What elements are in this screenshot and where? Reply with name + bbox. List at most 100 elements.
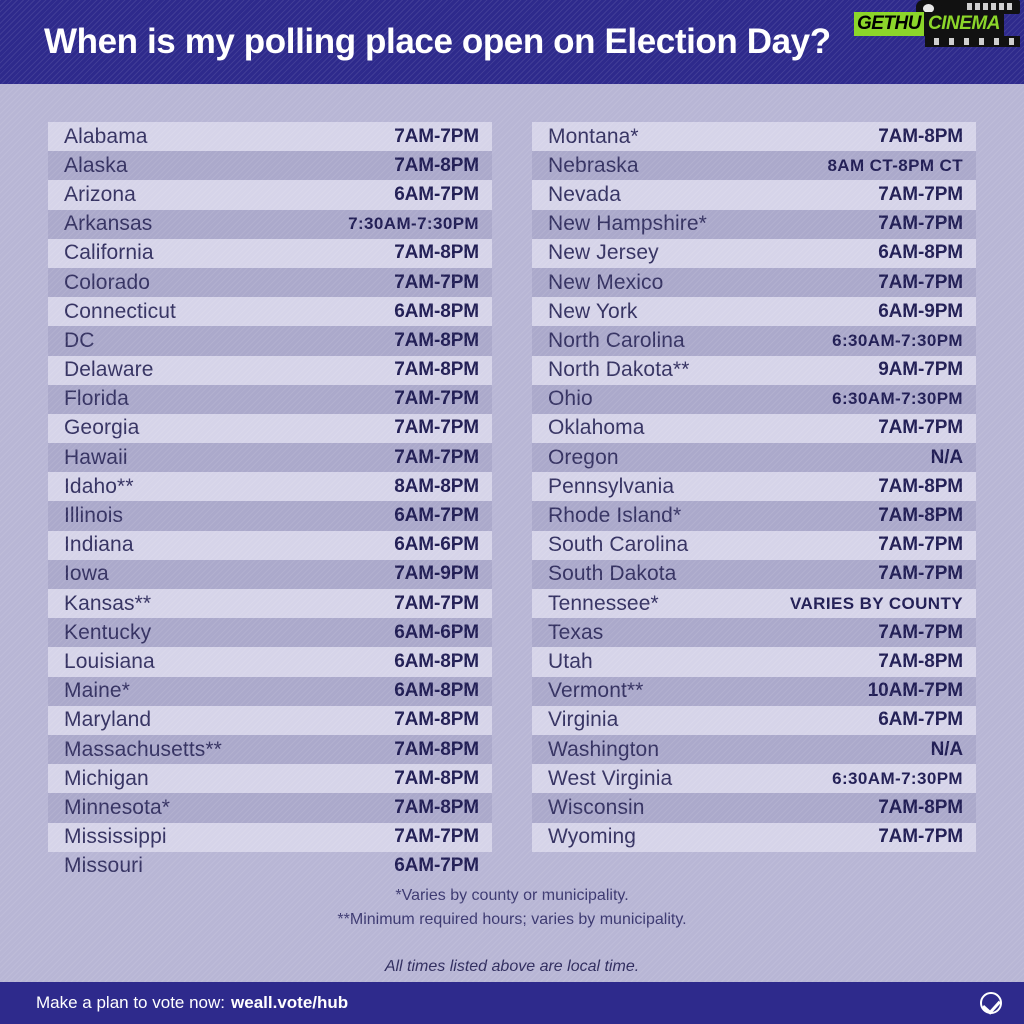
state-name: Iowa (64, 562, 109, 586)
state-name: Arkansas (64, 212, 153, 236)
table-row: Florida 7AM-7PM (48, 384, 492, 414)
right-state-column: Montana* 7AM-8PM Nebraska 8AM CT-8PM CT Neva… (532, 122, 976, 881)
polling-hours-value: 7AM-8PM (394, 359, 479, 381)
polling-hours-value: 7AM-8PM (878, 650, 963, 672)
table-row: Georgia 7AM-7PM (48, 413, 492, 444)
table-row: Utah 7AM-8PM (532, 647, 976, 677)
polling-hours-value: 6AM-6PM (394, 534, 479, 556)
state-name: California (64, 241, 154, 265)
left-state-column: Alabama 7AM-7PM Alaska 7AM-8PM Arizona 6AM-7P… (48, 122, 492, 881)
polling-hours-value: 7AM-8PM (878, 475, 963, 497)
table-row: Maryland 7AM-8PM (48, 705, 492, 735)
table-row: Massachusetts** 7AM-8PM (48, 734, 492, 765)
polling-hours-value: 7AM-7PM (878, 183, 963, 205)
table-row: Colorado 7AM-7PM (48, 267, 492, 298)
state-name: Maryland (64, 708, 152, 732)
table-row: Oregon N/A (532, 443, 976, 473)
table-row: Maine* 6AM-8PM (48, 676, 492, 706)
polling-hours-value: N/A (930, 446, 964, 468)
polling-hours-value: 6AM-7PM (394, 505, 479, 527)
state-name: Idaho** (64, 474, 134, 498)
table-row: New Mexico 7AM-7PM (532, 267, 976, 298)
state-name: Wisconsin (548, 795, 645, 819)
polling-hours-value: 6AM-8PM (394, 300, 479, 322)
polling-hours-value: 6AM-8PM (878, 242, 963, 264)
watermark-gethu-text: GETHU (854, 12, 924, 36)
state-name: Indiana (64, 533, 134, 557)
footnotes: *Varies by county or municipality. **Min… (0, 884, 1024, 976)
state-name: New York (548, 299, 638, 323)
polling-hours-value: 6AM-7PM (394, 855, 479, 877)
state-name: Massachusetts** (64, 737, 222, 761)
table-row: Michigan 7AM-8PM (48, 764, 492, 794)
polling-hours-value: 7AM-7PM (394, 417, 479, 439)
footer-cta-label: Make a plan to vote now: (36, 993, 226, 1012)
state-name: Vermont** (548, 679, 644, 703)
polling-hours-value: 7AM-8PM (878, 505, 963, 527)
table-row: Indiana 6AM-6PM (48, 530, 492, 560)
table-row: Hawaii 7AM-7PM (48, 443, 492, 473)
state-name: Minnesota* (64, 795, 171, 819)
table-row: Mississippi 7AM-7PM (48, 822, 492, 852)
table-row: Kansas** 7AM-7PM (48, 589, 492, 619)
polling-hours-value: 7AM-8PM (394, 738, 479, 760)
polling-hours-value: 7AM-7PM (878, 417, 963, 439)
table-row: Louisiana 6AM-8PM (48, 647, 492, 677)
table-row: Delaware 7AM-8PM (48, 355, 492, 385)
state-name: West Virginia (548, 766, 673, 790)
polling-hours-value: 7AM-8PM (394, 242, 479, 264)
polling-hours-value: 6:30AM-7:30PM (832, 389, 963, 409)
state-name: Nevada (548, 182, 621, 206)
table-row: North Carolina 6:30AM-7:30PM (532, 326, 976, 356)
state-name: Arizona (64, 182, 136, 206)
state-name: Ohio (548, 387, 593, 411)
table-row: Minnesota* 7AM-8PM (48, 793, 492, 823)
footer-url-link[interactable]: weall.vote/hub (231, 993, 348, 1013)
polling-hours-value: 6AM-9PM (878, 300, 963, 322)
polling-hours-value: 7AM-7PM (878, 826, 963, 848)
table-row: Ohio 6:30AM-7:30PM (532, 384, 976, 414)
polling-hours-board: Alabama 7AM-7PM Alaska 7AM-8PM Arizona 6AM-7P… (0, 84, 1024, 982)
polling-hours-value: 7AM-7PM (878, 563, 963, 585)
state-name: Utah (548, 649, 593, 673)
state-name: Nebraska (548, 153, 639, 177)
state-name: North Dakota** (548, 358, 690, 382)
table-row: West Virginia 6:30AM-7:30PM (532, 764, 976, 794)
table-row: Texas 7AM-7PM (532, 618, 976, 648)
table-row: Arkansas 7:30AM-7:30PM (48, 209, 492, 239)
polling-hours-value: 6AM-7PM (394, 183, 479, 205)
table-row: South Carolina 7AM-7PM (532, 530, 976, 560)
polling-hours-value: 6AM-8PM (394, 680, 479, 702)
table-row: New Hampshire* 7AM-7PM (532, 209, 976, 239)
state-name: Alabama (64, 124, 148, 148)
polling-hours-value: 7:30AM-7:30PM (348, 214, 479, 234)
table-row: North Dakota** 9AM-7PM (532, 355, 976, 385)
state-name: Montana* (548, 124, 639, 148)
polling-hours-value: N/A (930, 738, 964, 760)
state-name: Missouri (64, 854, 143, 878)
table-row: California 7AM-8PM (48, 238, 492, 268)
footer-cta: Make a plan to vote now: weall.vote/hub (36, 993, 348, 1013)
watermark-cinema-text: CINEMA (924, 12, 1004, 36)
polling-hours-value: 7AM-8PM (394, 154, 479, 176)
page-title: When is my polling place open on Electio… (44, 22, 831, 61)
polling-hours-value: 7AM-8PM (394, 767, 479, 789)
state-name: Wyoming (548, 825, 637, 849)
state-name: South Carolina (548, 533, 689, 557)
polling-hours-value: 7AM-8PM (394, 709, 479, 731)
polling-hours-value: 7AM-7PM (878, 271, 963, 293)
polling-hours-value: VARIES BY COUNTY (790, 593, 963, 613)
state-name: Alaska (64, 153, 128, 177)
polling-hours-value: 8AM-8PM (394, 475, 479, 497)
polling-hours-value: 7AM-7PM (878, 621, 963, 643)
state-name: Delaware (64, 358, 154, 382)
gethucinema-watermark: GETHU CINEMA (854, 0, 1024, 47)
state-name: New Hampshire* (548, 212, 707, 236)
polling-hours-value: 9AM-7PM (878, 359, 963, 381)
polling-hours-value: 7AM-9PM (394, 563, 479, 585)
state-name: Kentucky (64, 620, 152, 644)
table-row: Nevada 7AM-7PM (532, 180, 976, 210)
table-row: Missouri 6AM-7PM (48, 852, 492, 881)
table-row: Oklahoma 7AM-7PM (532, 413, 976, 444)
table-row: Pennsylvania 7AM-8PM (532, 472, 976, 502)
